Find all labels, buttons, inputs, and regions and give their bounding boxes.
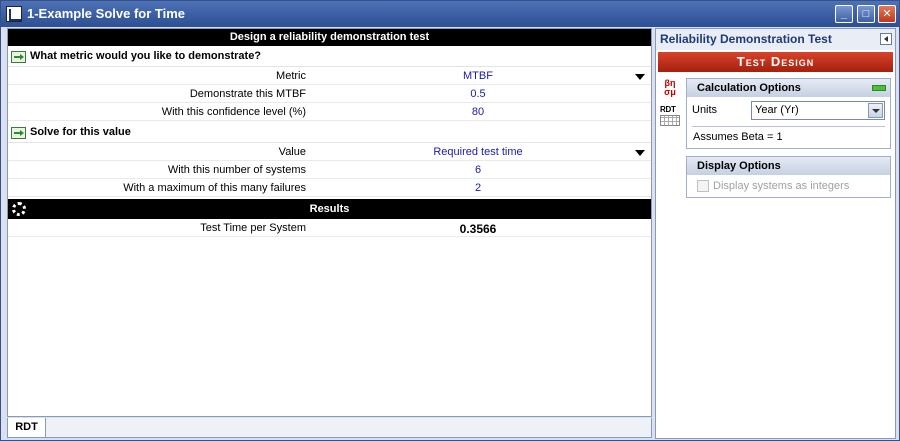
control-panel: Reliability Demonstration Test Test Desi… bbox=[655, 28, 896, 439]
mtbf-input[interactable]: 0.5 bbox=[308, 88, 648, 100]
test-design-banner: Test Design bbox=[658, 52, 893, 72]
row-label: With this confidence level (%) bbox=[161, 106, 306, 118]
units-select[interactable]: Year (Yr) bbox=[751, 101, 885, 120]
calculation-options-header[interactable]: Calculation Options bbox=[687, 79, 890, 97]
row-value[interactable]: Value Required test time bbox=[8, 144, 651, 161]
collapse-bar-icon[interactable] bbox=[872, 85, 886, 91]
row-label: With this number of systems bbox=[167, 164, 306, 176]
results-title: Results bbox=[309, 203, 350, 215]
minimize-button[interactable]: _ bbox=[835, 5, 853, 23]
section-solve[interactable]: Solve for this value bbox=[8, 123, 651, 143]
tab-rdt[interactable]: RDT bbox=[8, 418, 46, 437]
display-integers-label: Display systems as integers bbox=[713, 180, 850, 192]
results-header: Results bbox=[8, 199, 651, 219]
units-selected-value: Year (Yr) bbox=[755, 104, 799, 116]
systems-input[interactable]: 6 bbox=[308, 164, 648, 176]
design-header: Design a reliability demonstration test bbox=[8, 29, 651, 46]
row-label: Metric bbox=[276, 70, 306, 82]
dropdown-arrow-icon[interactable] bbox=[635, 150, 645, 156]
units-label: Units bbox=[692, 104, 718, 116]
metric-dropdown[interactable]: MTBF bbox=[308, 70, 648, 82]
collapse-panel-icon[interactable] bbox=[880, 33, 892, 45]
dropdown-arrow-icon[interactable] bbox=[635, 74, 645, 80]
app-icon bbox=[6, 6, 22, 22]
chevron-down-icon[interactable] bbox=[868, 103, 883, 118]
section-arrow-icon bbox=[11, 127, 26, 139]
row-test-time: Test Time per System 0.3566 bbox=[8, 220, 651, 237]
display-integers-row: Display systems as integers bbox=[687, 175, 890, 197]
app-window: 1-Example Solve for Time _ □ ✕ Design a … bbox=[0, 0, 900, 441]
failures-input[interactable]: 2 bbox=[308, 182, 648, 194]
calculation-options-title: Calculation Options bbox=[697, 82, 801, 94]
section-solve-title: Solve for this value bbox=[30, 126, 131, 138]
section-arrow-icon bbox=[11, 51, 26, 63]
grid-icon bbox=[660, 115, 680, 126]
close-button[interactable]: ✕ bbox=[878, 5, 896, 23]
units-row: Units Year (Yr) bbox=[687, 97, 890, 123]
title-bar[interactable]: 1-Example Solve for Time _ □ ✕ bbox=[1, 1, 899, 27]
folio-main: Design a reliability demonstration test … bbox=[7, 28, 652, 417]
calculate-gear-icon[interactable] bbox=[12, 202, 26, 216]
row-metric[interactable]: Metric MTBF bbox=[8, 68, 651, 85]
row-failures[interactable]: With a maximum of this many failures 2 bbox=[8, 180, 651, 197]
row-systems[interactable]: With this number of systems 6 bbox=[8, 162, 651, 179]
display-options-title: Display Options bbox=[697, 160, 781, 172]
row-confidence[interactable]: With this confidence level (%) 80 bbox=[8, 104, 651, 121]
display-options-panel: Display Options Display systems as integ… bbox=[686, 156, 891, 198]
beta-note: Assumes Beta = 1 bbox=[693, 131, 783, 143]
row-label: Value bbox=[278, 146, 306, 158]
value-dropdown[interactable]: Required test time bbox=[308, 146, 648, 158]
row-label: Demonstrate this MTBF bbox=[189, 88, 306, 100]
confidence-input[interactable]: 80 bbox=[308, 106, 648, 118]
display-integers-checkbox[interactable] bbox=[697, 180, 709, 192]
rdt-icon-label: RDT bbox=[660, 105, 676, 114]
parameters-icon[interactable]: βη σμ bbox=[660, 79, 680, 99]
control-panel-title: Reliability Demonstration Test bbox=[656, 29, 895, 50]
row-label: Test Time per System bbox=[200, 222, 306, 234]
section-metric-title: What metric would you like to demonstrat… bbox=[30, 50, 262, 62]
control-panel-title-text: Reliability Demonstration Test bbox=[660, 32, 832, 46]
section-metric[interactable]: What metric would you like to demonstrat… bbox=[8, 47, 651, 67]
display-options-header[interactable]: Display Options bbox=[687, 157, 890, 175]
sheet-tab-bar: RDT bbox=[7, 418, 652, 438]
window-title: 1-Example Solve for Time bbox=[27, 6, 185, 21]
rdt-icon[interactable]: RDT bbox=[660, 105, 682, 129]
row-label: With a maximum of this many failures bbox=[123, 182, 306, 194]
maximize-button[interactable]: □ bbox=[857, 5, 875, 23]
row-mtbf[interactable]: Demonstrate this MTBF 0.5 bbox=[8, 86, 651, 103]
calculation-options-panel: Calculation Options Units Year (Yr) Assu… bbox=[686, 78, 891, 149]
test-time-result: 0.3566 bbox=[459, 222, 497, 236]
